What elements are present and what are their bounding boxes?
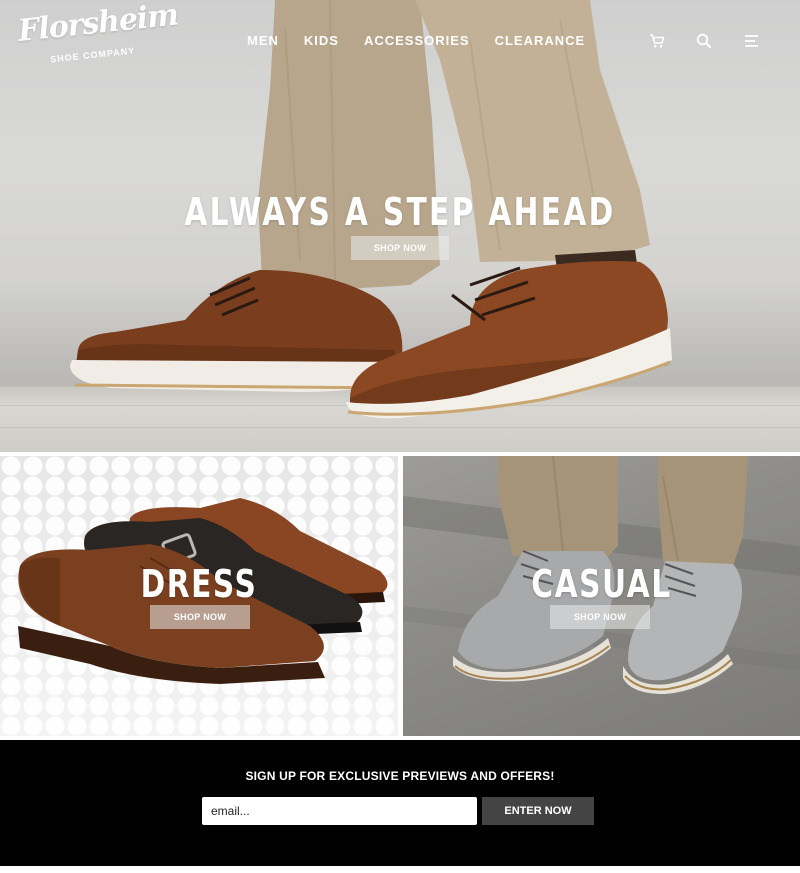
search-icon[interactable] [695, 32, 713, 50]
nav-link-accessories[interactable]: ACCESSORIES [364, 33, 470, 48]
casual-title: CASUAL [531, 562, 672, 606]
dress-title: DRESS [140, 562, 258, 606]
hero-title: ALWAYS A STEP AHEAD [184, 190, 616, 234]
signup-heading: SIGN UP FOR EXCLUSIVE PREVIEWS AND OFFER… [245, 769, 555, 783]
nav-icons [640, 32, 800, 52]
casual-tile[interactable]: CASUAL SHOP NOW [403, 456, 800, 736]
menu-icon[interactable] [743, 32, 761, 50]
nav-link-kids[interactable]: KIDS [304, 33, 339, 48]
top-nav: Florsheim SHOE COMPANY MEN KIDS ACCESSOR… [0, 0, 800, 80]
logo-subtitle: SHOE COMPANY [49, 45, 136, 65]
email-field[interactable] [202, 797, 477, 825]
dress-shop-now-button[interactable]: SHOP NOW [150, 605, 250, 629]
logo-script: Florsheim [16, 0, 180, 49]
hero-shop-now-button[interactable]: SHOP NOW [351, 236, 449, 260]
dress-tile[interactable]: DRESS SHOP NOW [0, 456, 398, 736]
cart-icon[interactable] [648, 32, 666, 50]
newsletter-signup: SIGN UP FOR EXCLUSIVE PREVIEWS AND OFFER… [0, 740, 800, 866]
enter-now-button[interactable]: ENTER NOW [482, 797, 594, 825]
florsheim-logo[interactable]: Florsheim SHOE COMPANY [16, 0, 179, 70]
nav-link-clearance[interactable]: CLEARANCE [495, 33, 586, 48]
main-menu: MEN KIDS ACCESSORIES CLEARANCE [247, 33, 585, 48]
hero-banner[interactable]: Florsheim SHOE COMPANY MEN KIDS ACCESSOR… [0, 0, 800, 452]
casual-shop-now-button[interactable]: SHOP NOW [550, 605, 650, 629]
nav-link-men[interactable]: MEN [247, 33, 279, 48]
